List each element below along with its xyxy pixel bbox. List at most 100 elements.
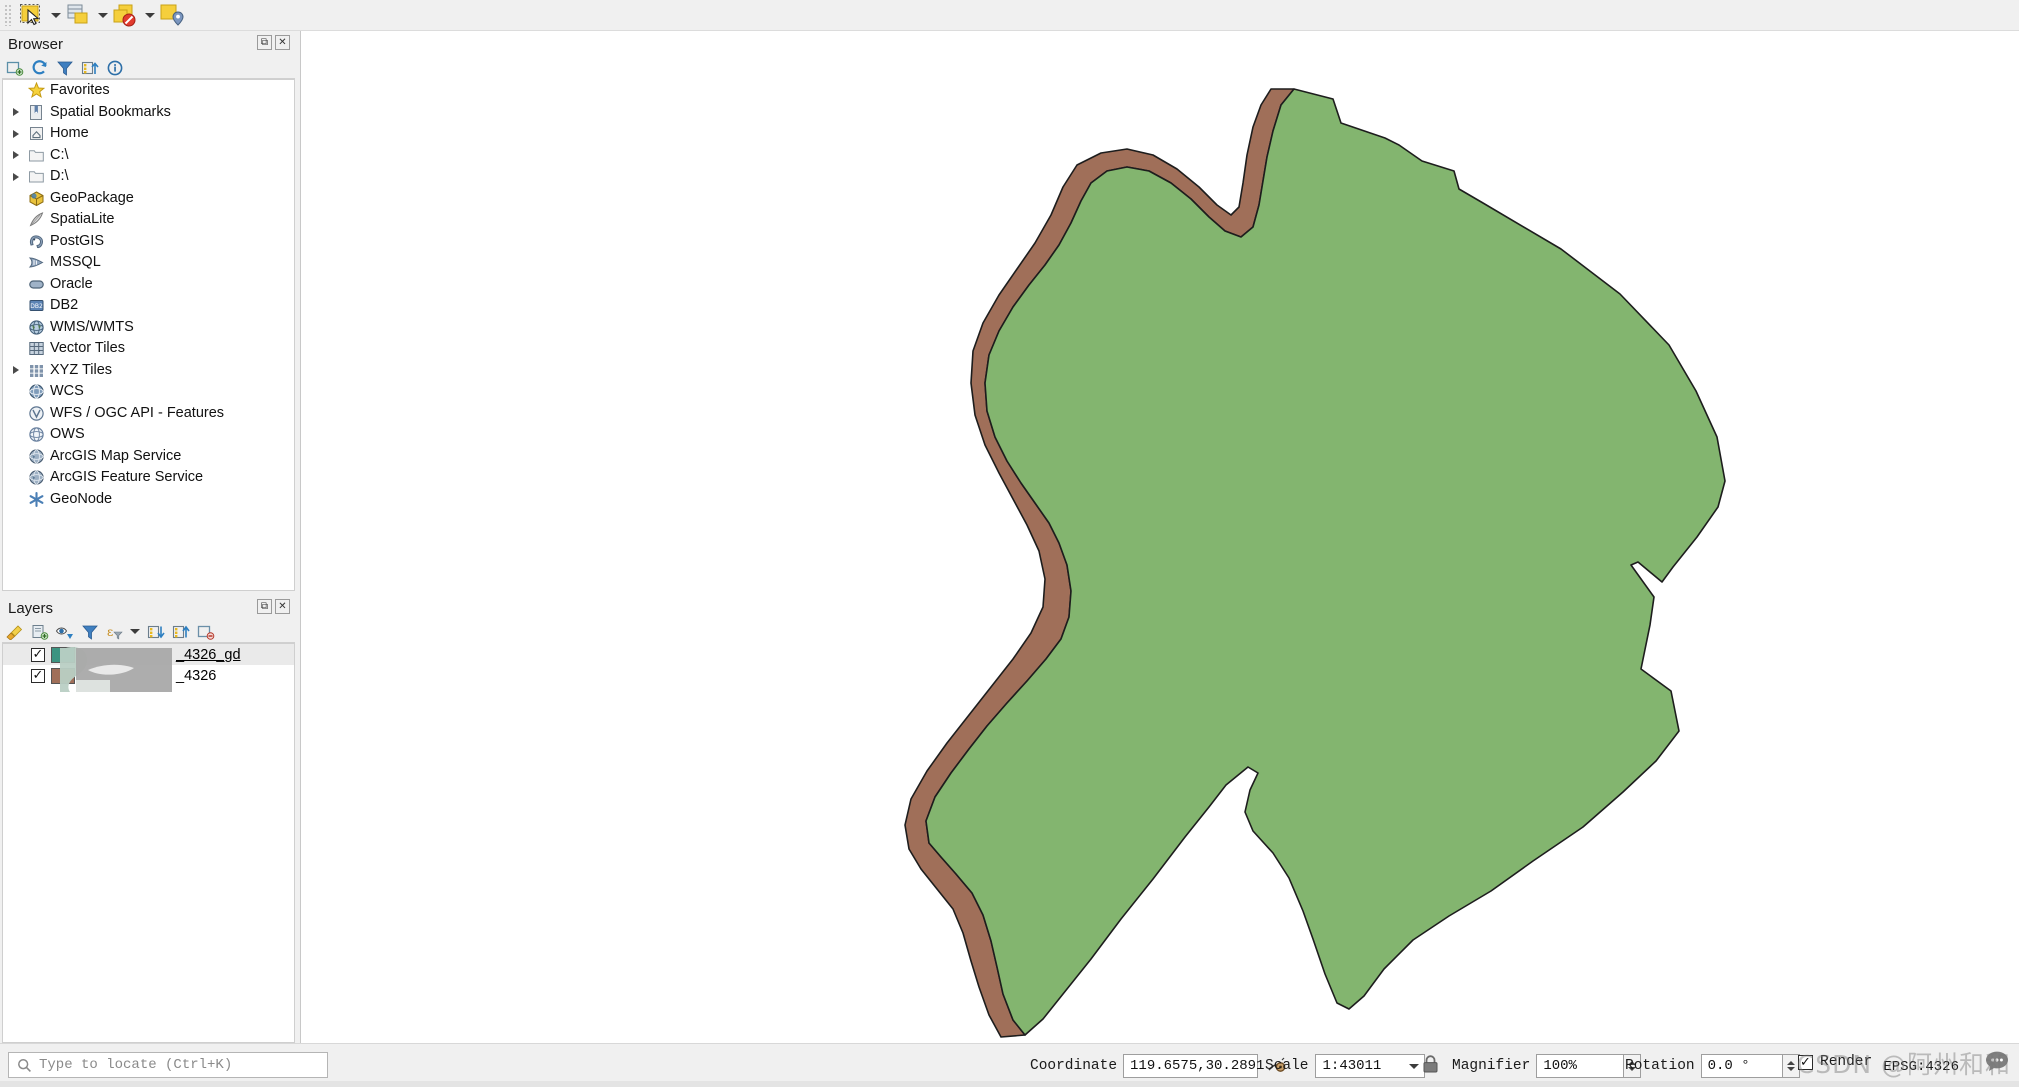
oracle-icon [28,276,45,293]
folder-icon [25,168,47,186]
browser-item-db2[interactable]: DB2DB2 [3,295,294,317]
message-bubble-icon[interactable] [1985,1050,2009,1077]
magnifier-value: 100% [1543,1058,1577,1074]
bookmark-icon [28,104,45,121]
select-features-button[interactable] [17,2,47,29]
browser-item-spatial-bookmarks[interactable]: Spatial Bookmarks [3,102,294,124]
add-group-button[interactable] [27,621,52,643]
folder-icon [28,168,45,185]
browser-item-ows[interactable]: OWS [3,424,294,446]
browser-item-wfs-ogc-api-features[interactable]: WFS / OGC API - Features [3,403,294,425]
select-by-expression-dropdown[interactable] [141,2,158,29]
browser-item-mssql[interactable]: MSSQL [3,252,294,274]
expression-filter-button[interactable]: ε [102,621,127,643]
layer-visibility-checkbox[interactable]: ✓ [31,669,45,683]
locator-search-bar[interactable]: Type to locate (Ctrl+K) [8,1052,328,1078]
render-checkbox[interactable]: ✓ [1798,1055,1813,1070]
refresh-button[interactable] [27,57,52,79]
layers-panel-buttons: ⧉ ✕ [257,599,290,614]
layer-visibility-checkbox[interactable]: ✓ [31,648,45,662]
scale-combo[interactable]: 1:43011 [1315,1054,1425,1078]
toolbar-grip[interactable] [4,4,13,26]
identify-features-button[interactable] [158,2,188,29]
stepper-down-icon [1787,1067,1795,1071]
browser-item-label: WFS / OGC API - Features [50,403,224,424]
wcs-globe-icon [28,383,45,400]
close-panel-button[interactable]: ✕ [275,35,290,50]
browser-item-arcgis-feature-service[interactable]: ArcGIS Feature Service [3,467,294,489]
open-attribute-table-button[interactable] [64,2,94,29]
expand-all-button[interactable] [143,621,168,643]
postgis-icon [25,232,47,250]
layers-toolbar: ε [2,621,295,643]
browser-item-spatialite[interactable]: SpatiaLite [3,209,294,231]
browser-item-favorites[interactable]: Favorites [3,80,294,102]
browser-item-c[interactable]: C:\ [3,145,294,167]
folder-icon [28,147,45,164]
add-layer-button[interactable] [2,57,27,79]
browser-item-d[interactable]: D:\ [3,166,294,188]
chevron-down-icon [98,13,108,18]
properties-button[interactable] [102,57,127,79]
browser-item-label: ArcGIS Map Service [50,446,181,467]
filter-legend-button[interactable] [77,621,102,643]
stepper-up-icon [1787,1061,1795,1065]
layers-tree[interactable]: ✓ _4326_gd✓_4326 [2,643,295,1043]
browser-item-arcgis-map-service[interactable]: ArcGIS Map Service [3,446,294,468]
expand-arrow-icon[interactable] [7,151,25,159]
expand-arrow-icon[interactable] [7,366,25,374]
filter-browser-button[interactable] [52,57,77,79]
scale-lock-button[interactable] [1421,1054,1440,1074]
expand-arrow-icon[interactable] [7,173,25,181]
browser-item-home[interactable]: Home [3,123,294,145]
coordinate-input[interactable]: 119.6575,30.2891 [1123,1054,1258,1078]
geopackage-icon [25,189,47,207]
map-canvas[interactable] [300,31,2019,1043]
magnifier-input[interactable]: 100% [1536,1054,1624,1078]
expand-arrow-icon[interactable] [7,130,25,138]
select-features-dropdown[interactable] [47,2,64,29]
render-group[interactable]: ✓ Render [1798,1054,1878,1070]
wfs-icon [28,405,45,422]
geopackage-icon [28,190,45,207]
select-by-expression-button[interactable] [111,2,141,29]
folder-icon [25,146,47,164]
browser-item-wms-wmts[interactable]: WMS/WMTS [3,317,294,339]
float-panel-button[interactable]: ⧉ [257,35,272,50]
render-label: Render [1820,1054,1872,1070]
remove-layer-button[interactable] [193,621,218,643]
browser-item-vector-tiles[interactable]: Vector Tiles [3,338,294,360]
manage-visibility-button[interactable] [52,621,77,643]
attribute-table-dropdown[interactable] [94,2,111,29]
xyz-tiles-icon [25,361,47,379]
layer-item-4326[interactable]: ✓_4326 [3,665,294,686]
chevron-down-icon [145,13,155,18]
map-vector-layers [301,31,2019,1043]
open-layer-styling-button[interactable] [2,621,27,643]
browser-item-oracle[interactable]: Oracle [3,274,294,296]
float-panel-button[interactable]: ⧉ [257,599,272,614]
star-icon [25,82,47,100]
browser-item-label: SpatiaLite [50,209,115,230]
layer-item-4326-gd[interactable]: ✓ _4326_gd [3,644,294,665]
browser-item-label: GeoNode [50,489,112,510]
scale-group: Scale 1:43011 [1265,1054,1425,1078]
browser-item-geonode[interactable]: GeoNode [3,489,294,511]
close-panel-button[interactable]: ✕ [275,599,290,614]
browser-item-label: D:\ [50,166,69,187]
browser-item-label: DB2 [50,295,78,316]
browser-item-label: Oracle [50,274,93,295]
browser-item-geopackage[interactable]: GeoPackage [3,188,294,210]
epsg-label[interactable]: EPSG:4326 [1883,1059,1959,1075]
collapse-all-button[interactable] [77,57,102,79]
browser-item-xyz-tiles[interactable]: XYZ Tiles [3,360,294,382]
expand-arrow-icon[interactable] [7,108,25,116]
browser-item-wcs[interactable]: WCS [3,381,294,403]
layer-name-label: _4326_gd [176,645,241,665]
browser-item-label: Vector Tiles [50,338,125,359]
expression-filter-dropdown[interactable] [127,621,143,643]
collapse-all-button[interactable] [168,621,193,643]
browser-item-postgis[interactable]: PostGIS [3,231,294,253]
rotation-input[interactable]: 0.0 ° [1701,1054,1783,1078]
browser-tree[interactable]: FavoritesSpatial BookmarksHomeC:\D:\GeoP… [2,79,295,591]
